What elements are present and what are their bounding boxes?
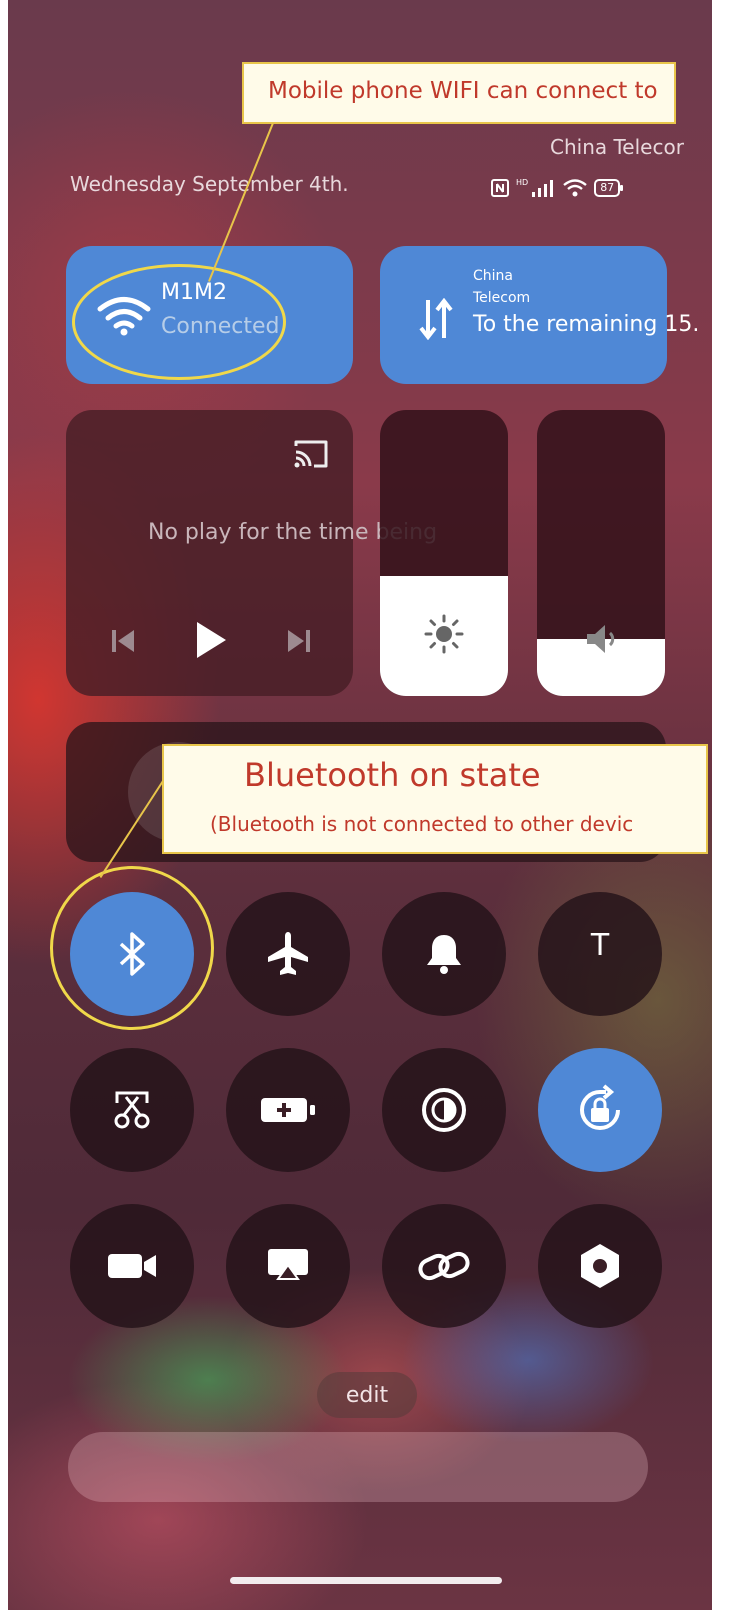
speaker-icon <box>587 625 615 653</box>
wifi-annotation-circle <box>72 264 286 380</box>
link-icon <box>418 1251 470 1281</box>
rotation-lock-toggle[interactable] <box>538 1048 662 1172</box>
sun-icon <box>424 614 464 654</box>
network-label: HD <box>516 177 529 187</box>
blurred-dock <box>68 1432 648 1502</box>
bluetooth-annotation-box: Bluetooth on state (Bluetooth is not con… <box>162 744 708 854</box>
bluetooth-annotation-circle <box>50 866 214 1030</box>
status-icons: HD 87 <box>490 177 624 198</box>
volume-slider[interactable] <box>537 410 665 696</box>
airplane-mode-toggle[interactable] <box>226 892 350 1016</box>
play-icon[interactable] <box>194 620 228 660</box>
sound-mode-toggle[interactable] <box>382 892 506 1016</box>
settings-toggle[interactable] <box>538 1204 662 1328</box>
next-track-icon[interactable] <box>286 628 312 654</box>
carrier-line-1: China <box>473 268 513 284</box>
control-center-screen: China Telecor Wednesday September 4th. H… <box>8 0 712 1610</box>
link-toggle[interactable] <box>382 1204 506 1328</box>
bluetooth-annotation-subtitle: (Bluetooth is not connected to other dev… <box>210 812 634 836</box>
text-toggle[interactable]: T <box>538 892 662 1016</box>
mobile-data-tile[interactable]: China Telecom To the remaining 15. <box>380 246 699 384</box>
edit-button[interactable]: edit <box>317 1372 417 1418</box>
media-player-tile: No play for the time being <box>66 410 437 696</box>
brightness-slider[interactable] <box>380 410 508 696</box>
screen-record-toggle[interactable] <box>70 1204 194 1328</box>
text-t-icon: T <box>590 927 610 963</box>
battery-indicator: 87 <box>594 179 624 197</box>
screenshot-toggle[interactable] <box>70 1048 194 1172</box>
data-arrows-icon <box>419 298 453 340</box>
battery-saver-toggle[interactable] <box>226 1048 350 1172</box>
video-camera-icon <box>108 1254 156 1278</box>
cast-icon[interactable] <box>292 438 330 470</box>
screen-mirror-toggle[interactable] <box>226 1204 350 1328</box>
rotation-lock-icon <box>580 1084 620 1130</box>
previous-track-icon[interactable] <box>110 628 136 654</box>
contrast-icon <box>422 1088 466 1132</box>
wifi-annotation-text: Mobile phone WIFI can connect to <box>268 78 658 104</box>
battery-saver-icon <box>261 1098 315 1122</box>
signal-icon <box>532 180 554 197</box>
bluetooth-annotation-title: Bluetooth on state <box>244 756 541 794</box>
screenshot-scissors-icon <box>114 1091 150 1129</box>
nfc-icon <box>491 179 509 197</box>
carrier-name: China Telecor <box>550 135 684 159</box>
screen-mirror-icon <box>268 1249 308 1280</box>
airplane-icon <box>268 932 308 975</box>
carrier-line-2: Telecom <box>473 290 531 306</box>
date-label: Wednesday September 4th. <box>70 172 349 196</box>
hexagon-settings-icon <box>581 1244 619 1288</box>
wifi-annotation-box: Mobile phone WIFI can connect to <box>242 62 676 124</box>
data-remaining: To the remaining 15. <box>473 312 700 337</box>
contrast-toggle[interactable] <box>382 1048 506 1172</box>
bell-icon <box>427 935 461 974</box>
home-indicator[interactable] <box>230 1577 502 1584</box>
wifi-status-icon <box>563 179 587 197</box>
